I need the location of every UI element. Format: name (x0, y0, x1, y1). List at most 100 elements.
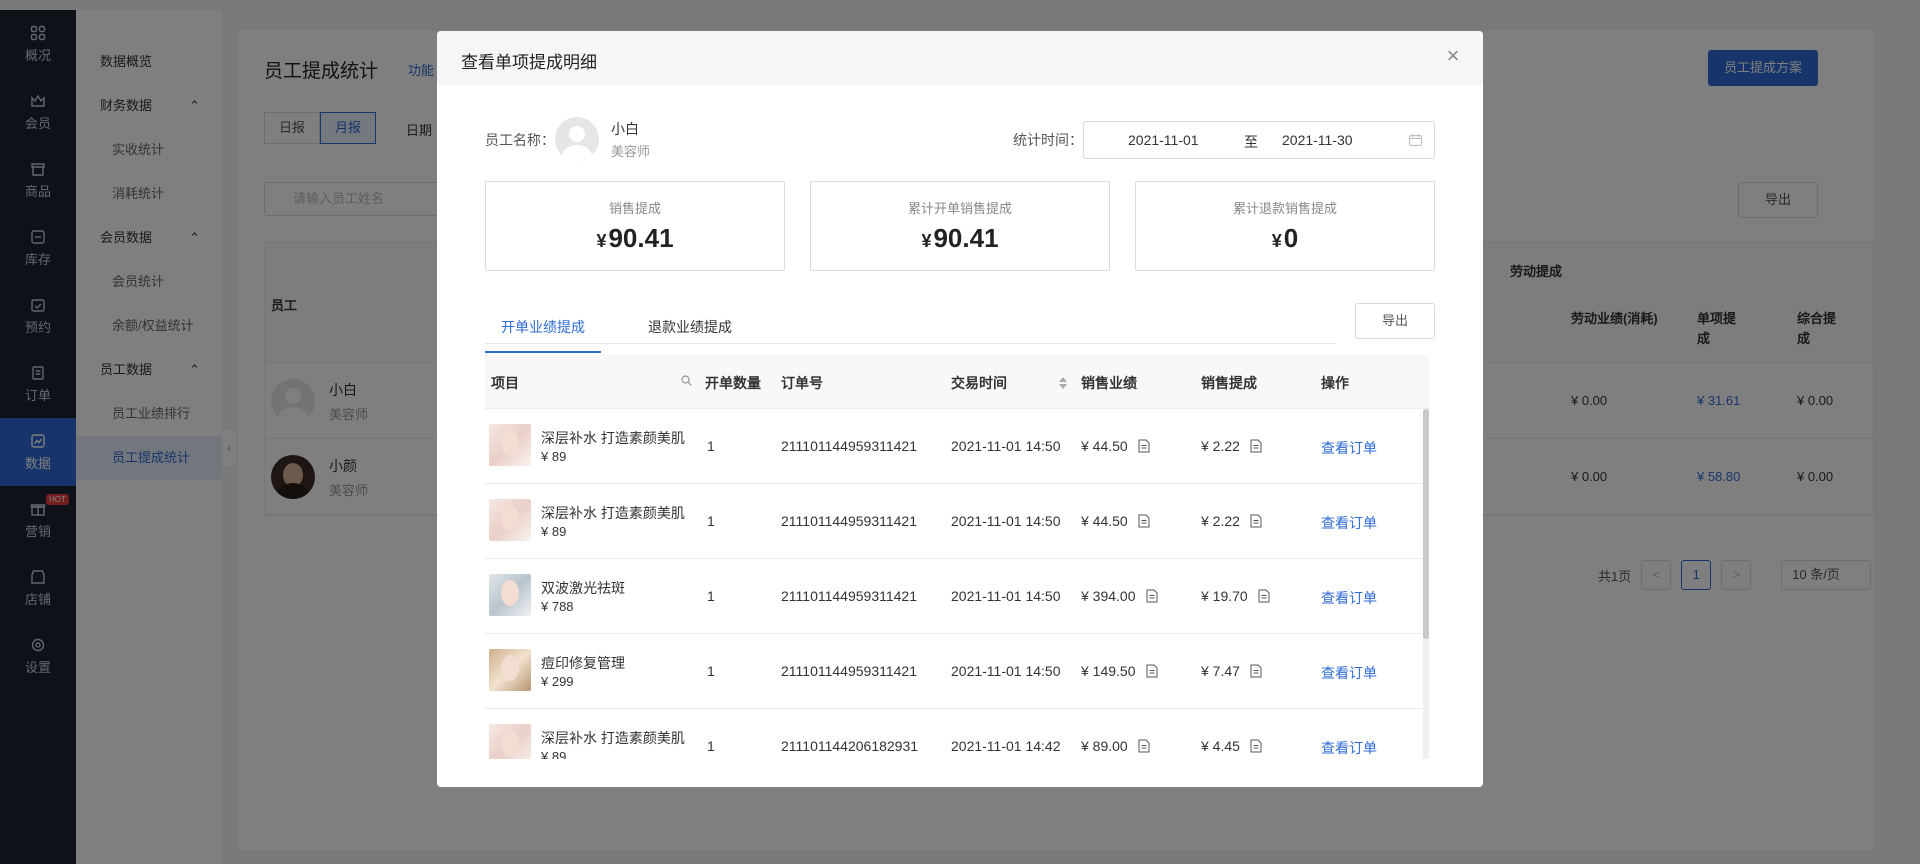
stat-time-label: 统计时间： (1013, 132, 1083, 148)
card-value-wrap: ¥0 (1136, 223, 1434, 254)
document-icon[interactable] (1250, 739, 1262, 753)
document-icon[interactable] (1146, 664, 1158, 678)
view-order-link[interactable]: 查看订单 (1321, 738, 1377, 758)
trade-time-cell: 2021-11-01 14:50 (951, 588, 1061, 604)
column-project: 项目 (491, 375, 519, 391)
commission-tabs: 开单业绩提成 退款业绩提成 (485, 307, 1335, 353)
commission-detail-modal: 查看单项提成明细 × 员工名称： 小白 美容师 统计时间： 2021-11-01… (437, 31, 1483, 787)
order-number-cell: 211101144959311421 (781, 513, 917, 529)
scrollbar-thumb[interactable] (1423, 409, 1429, 639)
close-icon[interactable]: × (1443, 45, 1463, 67)
card-label: 累计开单销售提成 (907, 201, 1012, 216)
product-thumbnail (489, 724, 531, 759)
thumbnail-face (501, 430, 519, 456)
thumbnail-face (501, 505, 519, 531)
employee-role: 美容师 (611, 144, 651, 159)
employee-label: 员工名称： (485, 132, 555, 148)
calendar-icon (1409, 134, 1422, 146)
currency-symbol: ¥ (921, 231, 932, 251)
date-end: 2021-11-30 (1282, 132, 1353, 148)
quantity-cell: 1 (707, 738, 715, 754)
order-number-cell: 211101144959311421 (781, 588, 917, 604)
product-price: ¥ 299 (541, 674, 574, 689)
thumbnail-face (501, 655, 519, 681)
document-icon[interactable] (1250, 439, 1262, 453)
date-start: 2021-11-01 (1128, 132, 1199, 148)
product-price: ¥ 89 (541, 749, 567, 759)
view-order-link[interactable]: 查看订单 (1321, 438, 1377, 458)
sales-cell: ¥ 394.00 (1081, 588, 1136, 604)
avatar (555, 117, 599, 161)
order-number-cell: 211101144959311421 (781, 663, 917, 679)
product-price: ¥ 89 (541, 449, 567, 464)
commission-cell: ¥ 19.70 (1201, 588, 1248, 604)
product-name: 深层补水 打造素颜美肌 (541, 505, 685, 521)
order-number-cell: 211101144206182931 (781, 738, 919, 754)
document-icon[interactable] (1250, 514, 1262, 528)
stat-card-cumulative-order: 累计开单销售提成 ¥90.41 (810, 181, 1110, 271)
date-range-picker[interactable]: 2021-11-01 至 2021-11-30 (1083, 121, 1435, 159)
export-button[interactable]: 导出 (1355, 303, 1435, 339)
card-label: 销售提成 (608, 201, 661, 216)
view-order-link[interactable]: 查看订单 (1321, 588, 1377, 608)
table-row: 深层补水 打造素颜美肌 ¥ 89 1 211101144959311421 2021-1… (485, 484, 1429, 559)
table-header: 项目 开单数量 订单号 交易时间 销售业绩 销售提成 操作 (485, 355, 1429, 409)
product-price: ¥ 788 (541, 599, 574, 614)
table-scrollbar[interactable] (1423, 409, 1429, 759)
view-order-link[interactable]: 查看订单 (1321, 513, 1377, 533)
employee-name: 小白 (611, 121, 639, 137)
product-thumbnail (489, 574, 531, 616)
sort-icon[interactable] (1059, 377, 1067, 389)
table-row: 深层补水 打造素颜美肌 ¥ 89 1 211101144959311421 2021-1… (485, 409, 1429, 484)
document-icon[interactable] (1138, 514, 1150, 528)
product-name: 深层补水 打造素颜美肌 (541, 730, 685, 746)
commission-cell: ¥ 2.22 (1201, 513, 1240, 529)
view-order-link[interactable]: 查看订单 (1321, 663, 1377, 683)
trade-time-cell: 2021-11-01 14:50 (951, 438, 1061, 454)
column-sales: 销售业绩 (1081, 375, 1137, 391)
search-icon[interactable] (681, 375, 692, 386)
column-order-no: 订单号 (781, 375, 823, 391)
card-value: 90.41 (933, 223, 999, 253)
product-name: 深层补水 打造素颜美肌 (541, 430, 685, 446)
table-row: 痘印修复管理 ¥ 299 1 211101144959311421 2021-11-01… (485, 634, 1429, 709)
trade-time-cell: 2021-11-01 14:50 (951, 513, 1061, 529)
card-value: 90.41 (608, 223, 674, 253)
table-row: 双波激光祛斑 ¥ 788 1 211101144959311421 2021-11-01… (485, 559, 1429, 634)
commission-cell: ¥ 4.45 (1201, 738, 1240, 754)
modal-title: 查看单项提成明细 (461, 53, 597, 72)
document-icon[interactable] (1250, 664, 1262, 678)
modal-header: 查看单项提成明细 × (437, 31, 1483, 85)
currency-symbol: ¥ (596, 231, 607, 251)
card-value: 0 (1283, 223, 1299, 253)
column-commission: 销售提成 (1201, 375, 1257, 391)
table-row: 深层补水 打造素颜美肌 ¥ 89 1 211101144206182931 2021-1… (485, 709, 1429, 759)
trade-time-cell: 2021-11-01 14:50 (951, 663, 1061, 679)
document-icon[interactable] (1258, 589, 1270, 603)
commission-cell: ¥ 2.22 (1201, 438, 1240, 454)
card-value-wrap: ¥90.41 (811, 223, 1109, 254)
thumbnail-face (501, 580, 519, 606)
sales-cell: ¥ 44.50 (1081, 513, 1128, 529)
stat-card-cumulative-refund: 累计退款销售提成 ¥0 (1135, 181, 1435, 271)
product-price: ¥ 89 (541, 524, 567, 539)
column-trade-time: 交易时间 (951, 375, 1007, 391)
date-separator: 至 (1244, 134, 1258, 150)
product-thumbnail (489, 499, 531, 541)
quantity-cell: 1 (707, 438, 715, 454)
column-action: 操作 (1321, 375, 1349, 391)
sales-cell: ¥ 149.50 (1081, 663, 1136, 679)
document-icon[interactable] (1138, 739, 1150, 753)
tab-order-commission[interactable]: 开单业绩提成 (485, 317, 601, 353)
product-name: 双波激光祛斑 (541, 580, 625, 596)
card-label: 累计退款销售提成 (1232, 201, 1337, 216)
commission-cell: ¥ 7.47 (1201, 663, 1240, 679)
quantity-cell: 1 (707, 588, 715, 604)
table-body: 深层补水 打造素颜美肌 ¥ 89 1 211101144959311421 2021-1… (485, 409, 1429, 759)
product-thumbnail (489, 649, 531, 691)
sales-cell: ¥ 89.00 (1081, 738, 1128, 754)
card-value-wrap: ¥90.41 (486, 223, 784, 254)
document-icon[interactable] (1138, 439, 1150, 453)
document-icon[interactable] (1146, 589, 1158, 603)
tab-refund-commission[interactable]: 退款业绩提成 (648, 317, 732, 351)
